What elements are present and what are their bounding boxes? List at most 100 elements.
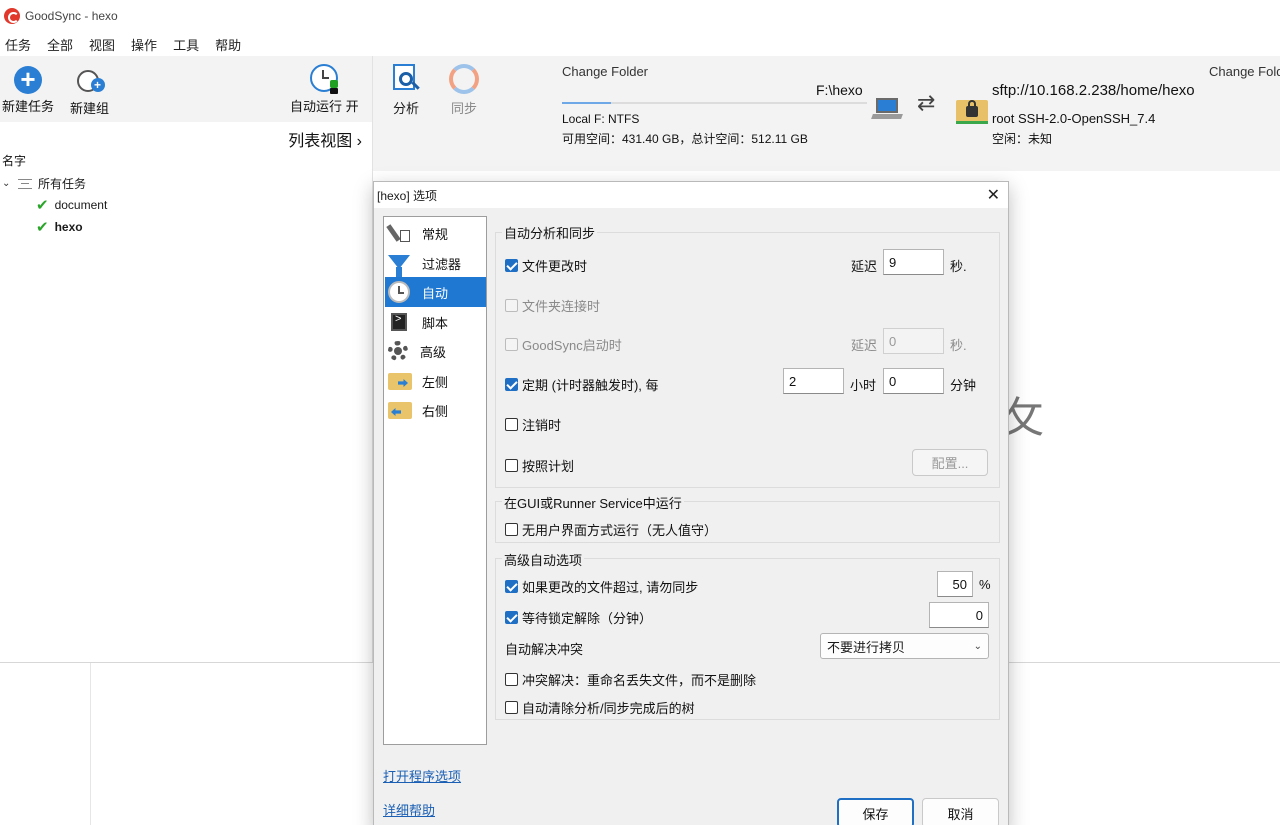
on-change-checkbox[interactable]: 文件更改时 — [505, 256, 587, 275]
add-group-icon: + — [74, 64, 106, 96]
checkbox[interactable] — [505, 259, 518, 272]
nav-general[interactable]: 常规 — [385, 218, 486, 248]
cancel-button[interactable]: 取消 — [922, 798, 999, 825]
nav-auto[interactable]: 自动 — [385, 277, 486, 307]
swap-arrows-icon[interactable]: ⇄ — [917, 90, 935, 116]
menu-view[interactable]: 视图 — [89, 35, 115, 54]
period-minutes-input[interactable] — [883, 368, 944, 394]
menu-bar: 任务 全部 视图 操作 工具 帮助 — [0, 32, 1280, 56]
list-view-toggle[interactable]: 列表视图 › — [288, 127, 362, 151]
menu-all[interactable]: 全部 — [47, 35, 73, 54]
tree-root[interactable]: ⌄ 所有任务 — [2, 175, 86, 192]
tree-root-label: 所有任务 — [38, 177, 87, 191]
on-connect-checkbox[interactable]: 文件夹连接时 — [505, 296, 600, 315]
nav-label: 过滤器 — [422, 256, 462, 272]
list-view-bar: 列表视图 › — [0, 122, 372, 152]
on-logoff-checkbox[interactable]: 注销时 — [505, 415, 561, 434]
nav-right[interactable]: 右侧 — [385, 395, 486, 425]
wait-lock-input[interactable] — [929, 602, 989, 628]
checkbox[interactable] — [505, 611, 518, 624]
change-delay-input[interactable] — [883, 249, 944, 275]
analyze-icon — [391, 64, 421, 94]
dialog-title-bar: [hexo] 选项 ✕ — [374, 182, 1008, 208]
seconds-unit: 秒. — [950, 338, 967, 353]
new-job-button[interactable]: + 新建任务 — [2, 64, 54, 115]
tree-item-label: hexo — [54, 220, 83, 234]
checkbox[interactable] — [505, 673, 518, 686]
save-button[interactable]: 保存 — [837, 798, 914, 825]
checkbox-label: 文件夹连接时 — [522, 299, 601, 314]
list-icon — [18, 178, 32, 189]
auto-run-label: 自动运行 开 — [290, 99, 359, 114]
checkbox[interactable] — [505, 459, 518, 472]
checkbox[interactable] — [505, 299, 518, 312]
max-change-input[interactable] — [937, 571, 973, 597]
service-group-title: 在GUI或Runner Service中运行 — [502, 493, 684, 512]
advanced-auto-group-title: 高级自动选项 — [502, 550, 585, 569]
tree-item[interactable]: ✔ document — [36, 196, 107, 214]
wait-lock-checkbox[interactable]: 等待锁定解除（分钟） — [505, 608, 652, 627]
scheduled-checkbox[interactable]: 按照计划 — [505, 456, 574, 475]
conflict-select-value: 不要进行拷贝 — [827, 639, 906, 655]
checkbox-label: 等待锁定解除（分钟） — [522, 611, 653, 626]
right-folder-ssh: root SSH-2.0-OpenSSH_7.4 — [992, 111, 1156, 126]
checkbox[interactable] — [505, 418, 518, 431]
checkbox-label: 定期 (计时器触发时), 每 — [522, 378, 659, 393]
right-folder-space: 空闲：未知 — [992, 132, 1053, 146]
nav-filter[interactable]: 过滤器 — [385, 248, 486, 278]
analyze-button[interactable]: 分析 — [391, 64, 421, 117]
checkbox-label: 按照计划 — [522, 459, 575, 474]
check-icon: ✔ — [36, 197, 49, 214]
new-group-button[interactable]: + 新建组 — [70, 64, 109, 117]
menu-tools[interactable]: 工具 — [173, 35, 199, 54]
percent-unit: % — [979, 577, 991, 592]
nav-label: 左侧 — [422, 374, 449, 390]
on-start-checkbox[interactable]: GoodSync启动时 — [505, 335, 622, 354]
checkbox[interactable] — [505, 523, 518, 536]
configure-schedule-button[interactable]: 配置... — [912, 449, 988, 476]
chevron-down-icon: ⌄ — [973, 640, 982, 652]
nav-script[interactable]: 脚本 — [385, 307, 486, 337]
auto-run-button[interactable]: 自动运行 开 — [290, 62, 359, 115]
checkbox-label: GoodSync启动时 — [522, 338, 622, 353]
checkbox[interactable] — [505, 378, 518, 391]
unattended-checkbox[interactable]: 无用户界面方式运行（无人值守） — [505, 520, 717, 539]
change-left-folder-link[interactable]: Change Folder — [562, 64, 648, 79]
checkbox[interactable] — [505, 701, 518, 714]
conflict-select[interactable]: 不要进行拷贝 ⌄ — [820, 633, 989, 659]
dialog-title: [hexo] 选项 — [377, 188, 438, 203]
tree-item[interactable]: ✔ hexo — [36, 218, 83, 236]
close-icon[interactable]: ✕ — [987, 185, 1000, 205]
new-job-label: 新建任务 — [2, 99, 55, 114]
menu-help[interactable]: 帮助 — [215, 35, 241, 54]
script-icon — [391, 313, 407, 331]
nav-advanced[interactable]: 高级 — [385, 336, 486, 366]
analyze-label: 分析 — [392, 101, 419, 116]
left-folder-space: 可用空间：431.40 GB，总计空间：512.11 GB — [562, 132, 808, 146]
clock-icon — [308, 62, 340, 94]
program-options-link[interactable]: 打开程序选项 — [383, 766, 461, 785]
max-change-checkbox[interactable]: 如果更改的文件超过, 请勿同步 — [505, 577, 698, 596]
menu-tasks[interactable]: 任务 — [5, 35, 31, 54]
start-delay-input[interactable] — [883, 328, 944, 354]
sync-label: 同步 — [450, 101, 477, 116]
conflict-label: 自动解决冲突 — [505, 642, 584, 657]
chevron-down-icon[interactable]: ⌄ — [2, 178, 14, 189]
menu-actions[interactable]: 操作 — [131, 35, 157, 54]
change-right-folder-link[interactable]: Change Folder — [1209, 64, 1280, 79]
periodic-checkbox[interactable]: 定期 (计时器触发时), 每 — [505, 375, 659, 394]
checkbox[interactable] — [505, 580, 518, 593]
folder-right-icon — [388, 399, 412, 421]
clear-tree-checkbox[interactable]: 自动清除分析/同步完成后的树 — [505, 698, 695, 717]
list-view-label: 列表视图 — [288, 133, 353, 150]
right-folder-path[interactable]: sftp://10.168.2.238/home/hexo — [992, 82, 1195, 99]
new-group-label: 新建组 — [70, 101, 110, 116]
period-hours-input[interactable] — [783, 368, 844, 394]
help-link[interactable]: 详细帮助 — [383, 800, 435, 819]
rename-lost-checkbox[interactable]: 冲突解决：重命名丢失文件，而不是删除 — [505, 670, 756, 689]
left-folder-path[interactable]: F:\hexo — [816, 82, 863, 98]
nav-left[interactable]: 左侧 — [385, 366, 486, 396]
sync-button[interactable]: 同步 — [449, 64, 479, 117]
check-icon: ✔ — [36, 219, 49, 236]
checkbox[interactable] — [505, 338, 518, 351]
